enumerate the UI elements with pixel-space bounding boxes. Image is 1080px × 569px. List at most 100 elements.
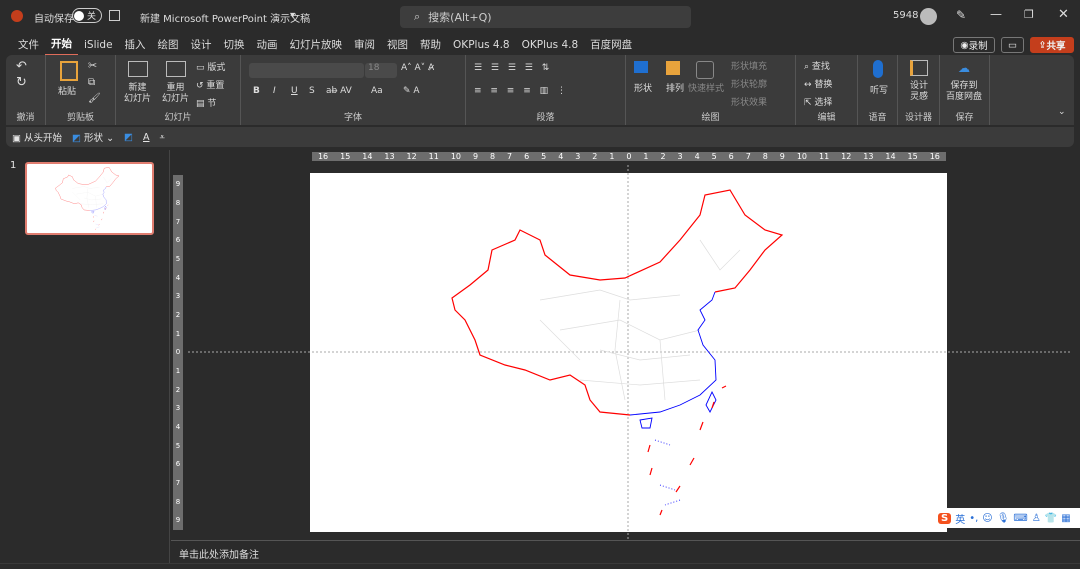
- menu-grid-icon[interactable]: ▦: [1061, 513, 1070, 524]
- section-button[interactable]: ▤ 节: [196, 96, 216, 109]
- ruler-tick-label: 7: [175, 217, 181, 226]
- undo-icon[interactable]: ↶: [16, 59, 27, 74]
- align-icon[interactable]: ≡ ≡ ≡ ≡ ▥ ⋮: [474, 86, 569, 96]
- tab-draw[interactable]: 绘图: [152, 34, 185, 56]
- tab-insert[interactable]: 插入: [119, 34, 152, 56]
- minimize-icon[interactable]: —: [990, 7, 1002, 21]
- copy-icon[interactable]: ⧉: [88, 77, 95, 88]
- tab-help[interactable]: 帮助: [414, 34, 447, 56]
- record-button[interactable]: ◉ 录制: [953, 37, 995, 53]
- bold-button[interactable]: B: [253, 86, 260, 96]
- shape-fill-button[interactable]: 形状填充: [731, 59, 767, 72]
- group-label: 编辑: [817, 113, 836, 123]
- comments-button[interactable]: ▭: [1001, 37, 1024, 53]
- font-color-icon[interactable]: A: [143, 132, 150, 143]
- tab-baidu-netdisk[interactable]: 百度网盘: [584, 34, 638, 56]
- tab-review[interactable]: 审阅: [348, 34, 381, 56]
- redo-icon[interactable]: ↻: [16, 75, 27, 90]
- tab-animations[interactable]: 动画: [251, 34, 284, 56]
- design-ideas-icon[interactable]: [910, 60, 928, 76]
- group-label: 设计器: [904, 113, 932, 123]
- design-ideas-button[interactable]: 设计 灵感: [910, 81, 928, 103]
- layout-button[interactable]: ▭ 版式: [196, 60, 225, 73]
- emoji-icon[interactable]: ☺: [982, 513, 992, 524]
- shapes-qat-button[interactable]: ◩ 形状 ⌄: [72, 130, 114, 144]
- paste-button[interactable]: 粘贴: [58, 84, 76, 97]
- shape-icon[interactable]: ◩: [124, 132, 133, 143]
- reuse-slides-button[interactable]: 重用 幻灯片: [162, 83, 189, 105]
- pen-icon[interactable]: ✎: [956, 8, 966, 22]
- paste-icon[interactable]: [60, 61, 78, 81]
- vertical-ruler[interactable]: 9 8 7 6 5 4 3 2 1 0 1 2 3 4 5 6 7 8 9: [173, 175, 183, 530]
- tab-islide[interactable]: iSlide: [78, 34, 119, 56]
- tab-okplus-1[interactable]: OKPlus 4.8: [447, 34, 516, 56]
- ruler-tick-label: 10: [450, 152, 461, 161]
- format-painter-icon[interactable]: 🖌: [88, 93, 101, 104]
- ime-language[interactable]: 英: [955, 511, 965, 526]
- avatar[interactable]: [920, 8, 937, 25]
- slide-canvas[interactable]: [310, 173, 947, 532]
- shadow-button[interactable]: S: [309, 86, 315, 96]
- shape-outline-button[interactable]: 形状轮廓: [731, 77, 767, 90]
- dictate-button[interactable]: 听写: [870, 83, 888, 96]
- underline-button[interactable]: U: [291, 86, 298, 96]
- tab-slideshow[interactable]: 幻灯片放映: [284, 34, 349, 56]
- change-case-button[interactable]: Aa: [371, 86, 383, 96]
- microphone-icon[interactable]: [873, 60, 883, 78]
- baidu-netdisk-icon[interactable]: ☁: [958, 61, 970, 75]
- select-button[interactable]: ⇱ 选择: [804, 95, 832, 108]
- autosave-toggle[interactable]: 关: [72, 8, 102, 23]
- replace-button[interactable]: ↔ 替换: [804, 77, 832, 90]
- ime-toolbar[interactable]: S 英 •, ☺ 🎙 ⌨ ♙ 👕 ▦: [936, 508, 1080, 528]
- ruler-tick-label: 16: [317, 152, 329, 161]
- punctuation-icon[interactable]: •,: [969, 513, 978, 524]
- shapes-button[interactable]: 形状: [634, 81, 652, 94]
- arrange-icon[interactable]: [666, 61, 680, 75]
- italic-button[interactable]: I: [273, 86, 276, 96]
- bullets-icon[interactable]: ☰ ☰ ☰ ☰ ⇅: [474, 63, 552, 73]
- find-button[interactable]: ⌕ 查找: [804, 59, 830, 72]
- new-slide-button[interactable]: 新建 幻灯片: [124, 83, 151, 105]
- ruler-tick-label: 11: [428, 152, 439, 161]
- new-slide-icon[interactable]: [128, 61, 148, 77]
- keyboard-icon[interactable]: ⌨: [1013, 513, 1027, 524]
- document-title[interactable]: 新建 Microsoft PowerPoint 演示文稿: [140, 10, 310, 25]
- font-size-select[interactable]: 18: [365, 63, 397, 78]
- customize-qat-icon[interactable]: ⩡: [160, 132, 165, 143]
- grow-font-icon[interactable]: A˄ A˅ A̷: [401, 63, 434, 73]
- tab-view[interactable]: 视图: [381, 34, 414, 56]
- voice-input-icon[interactable]: 🎙: [997, 513, 1010, 524]
- horizontal-ruler[interactable]: 16 15 14 13 12 11 10 9 8 7 6 5 4 3 2 1 0 1 2 3 4 5 6 7 8 9 10 11 12 1…: [312, 152, 946, 161]
- chevron-down-icon[interactable]: ▾: [290, 10, 295, 21]
- close-icon[interactable]: ✕: [1058, 7, 1069, 22]
- quick-styles-icon[interactable]: [696, 61, 714, 79]
- tab-file[interactable]: 文件: [12, 34, 45, 56]
- toolbox-icon[interactable]: ♙: [1032, 513, 1041, 524]
- slide-thumbnail[interactable]: [25, 162, 154, 235]
- font-name-select[interactable]: [249, 63, 364, 78]
- shape-effects-button[interactable]: 形状效果: [731, 95, 767, 108]
- save-to-netdisk-button[interactable]: 保存到 百度网盘: [946, 81, 982, 103]
- highlight-icon[interactable]: ✎ A: [403, 86, 420, 96]
- save-icon[interactable]: [109, 10, 120, 21]
- slide-number: 1: [10, 160, 17, 171]
- ruler-tick-label: 13: [863, 152, 874, 161]
- reset-button[interactable]: ↺ 重置: [196, 78, 224, 91]
- arrange-button[interactable]: 排列: [666, 81, 684, 94]
- strikethrough-icon[interactable]: ab̶ AV: [326, 86, 352, 96]
- tab-transitions[interactable]: 切换: [218, 34, 251, 56]
- tab-okplus-2[interactable]: OKPlus 4.8: [516, 34, 585, 56]
- restore-icon[interactable]: ❐: [1024, 8, 1034, 21]
- tab-design[interactable]: 设计: [185, 34, 218, 56]
- notes-pane[interactable]: 单击此处添加备注: [171, 540, 1080, 563]
- collapse-ribbon-icon[interactable]: ⌄: [1058, 107, 1066, 117]
- quick-styles-button[interactable]: 快速样式: [688, 81, 724, 94]
- tab-home[interactable]: 开始: [45, 34, 78, 56]
- from-start-button[interactable]: ▣ 从头开始: [12, 130, 62, 144]
- search-input[interactable]: ⌕ 搜索(Alt+Q): [400, 6, 691, 28]
- skin-icon[interactable]: 👕: [1045, 513, 1057, 524]
- reuse-slides-icon[interactable]: [166, 61, 186, 77]
- shapes-icon[interactable]: [634, 61, 648, 73]
- cut-icon[interactable]: ✂: [88, 59, 97, 72]
- share-button[interactable]: ⇪ 共享: [1030, 37, 1074, 53]
